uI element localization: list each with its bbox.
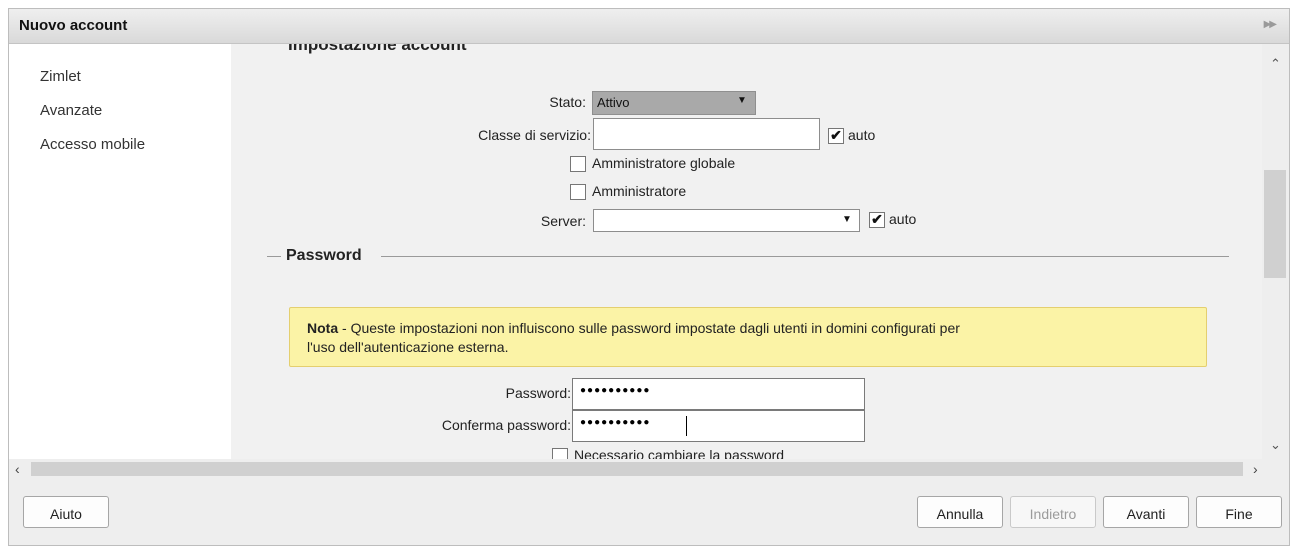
admin-checkbox[interactable] — [570, 184, 586, 200]
server-label: Server: — [540, 213, 586, 229]
stato-select-value: Attivo — [597, 95, 630, 110]
text-cursor — [686, 416, 687, 436]
dialog-title: Nuovo account — [19, 17, 128, 34]
finish-button[interactable]: Fine — [1196, 496, 1282, 528]
account-section-title: Impostazione account — [288, 44, 467, 54]
classe-auto-checkbox[interactable]: ✔ — [828, 128, 844, 144]
chevron-down-icon: ▼ — [842, 214, 852, 225]
sidebar: Zimlet Avanzate Accesso mobile — [9, 44, 232, 459]
sidebar-item-avanzate[interactable]: Avanzate — [40, 102, 102, 119]
cancel-button[interactable]: Annulla — [917, 496, 1003, 528]
admin-global-label: Amministratore globale — [592, 155, 736, 171]
next-button[interactable]: Avanti — [1103, 496, 1189, 528]
must-change-label: Necessario cambiare la password — [574, 447, 785, 459]
password-input[interactable]: ●●●●●●●●●● — [572, 378, 865, 410]
scroll-left-icon[interactable]: ‹ — [15, 461, 20, 477]
back-button[interactable]: Indietro — [1010, 496, 1096, 528]
vertical-scroll-thumb[interactable] — [1264, 170, 1286, 278]
section-divider — [267, 256, 281, 257]
admin-global-checkbox[interactable] — [570, 156, 586, 172]
sidebar-item-zimlet[interactable]: Zimlet — [40, 68, 81, 85]
password-note: Nota - Queste impostazioni non influisco… — [289, 307, 1207, 367]
chevron-down-icon: ▼ — [737, 95, 747, 106]
content-pane: Impostazione account Stato: Attivo ▼ Cla… — [231, 44, 1262, 459]
server-auto-label: auto — [889, 211, 917, 227]
note-text-line2: l'uso dell'autenticazione esterna. — [307, 339, 509, 355]
confirm-password-input[interactable]: ●●●●●●●●●● — [572, 410, 865, 442]
password-label: Password: — [505, 385, 571, 401]
dialog-titlebar: Nuovo account ▶▶ — [9, 9, 1289, 44]
sidebar-item-accesso-mobile[interactable]: Accesso mobile — [40, 136, 145, 153]
section-divider — [381, 256, 1229, 257]
server-auto-checkbox[interactable]: ✔ — [869, 212, 885, 228]
password-section-title: Password — [286, 247, 362, 264]
note-text: - Queste impostazioni non influiscono su… — [338, 320, 960, 336]
classe-label: Classe di servizio: — [478, 127, 591, 143]
classe-input[interactable] — [593, 118, 820, 150]
dialog-footer: Aiuto Annulla Indietro Avanti Fine — [9, 480, 1289, 545]
stato-label: Stato: — [549, 94, 586, 110]
horizontal-scrollbar[interactable]: ‹ › — [9, 459, 1289, 480]
classe-auto-label: auto — [848, 127, 876, 143]
admin-label: Amministratore — [592, 183, 687, 199]
confirm-password-label: Conferma password: — [441, 417, 571, 433]
note-bold: Nota — [307, 320, 339, 336]
new-account-dialog: Nuovo account ▶▶ Zimlet Avanzate Accesso… — [8, 8, 1290, 546]
stato-select[interactable]: Attivo ▼ — [592, 91, 756, 115]
scroll-right-icon[interactable]: › — [1253, 461, 1258, 477]
collapse-icon[interactable]: ▶▶ — [1264, 19, 1277, 30]
vertical-scrollbar[interactable]: ⌃ ⌄ — [1262, 44, 1289, 459]
must-change-checkbox[interactable] — [552, 448, 568, 459]
help-button[interactable]: Aiuto — [23, 496, 109, 528]
password-mask: ●●●●●●●●●● — [580, 385, 651, 396]
server-select[interactable]: ▼ — [593, 209, 860, 232]
scroll-up-icon[interactable]: ⌃ — [1262, 56, 1289, 72]
confirm-password-mask: ●●●●●●●●●● — [580, 417, 651, 428]
scroll-down-icon[interactable]: ⌄ — [1262, 437, 1289, 453]
horizontal-scroll-thumb[interactable] — [31, 462, 1243, 476]
